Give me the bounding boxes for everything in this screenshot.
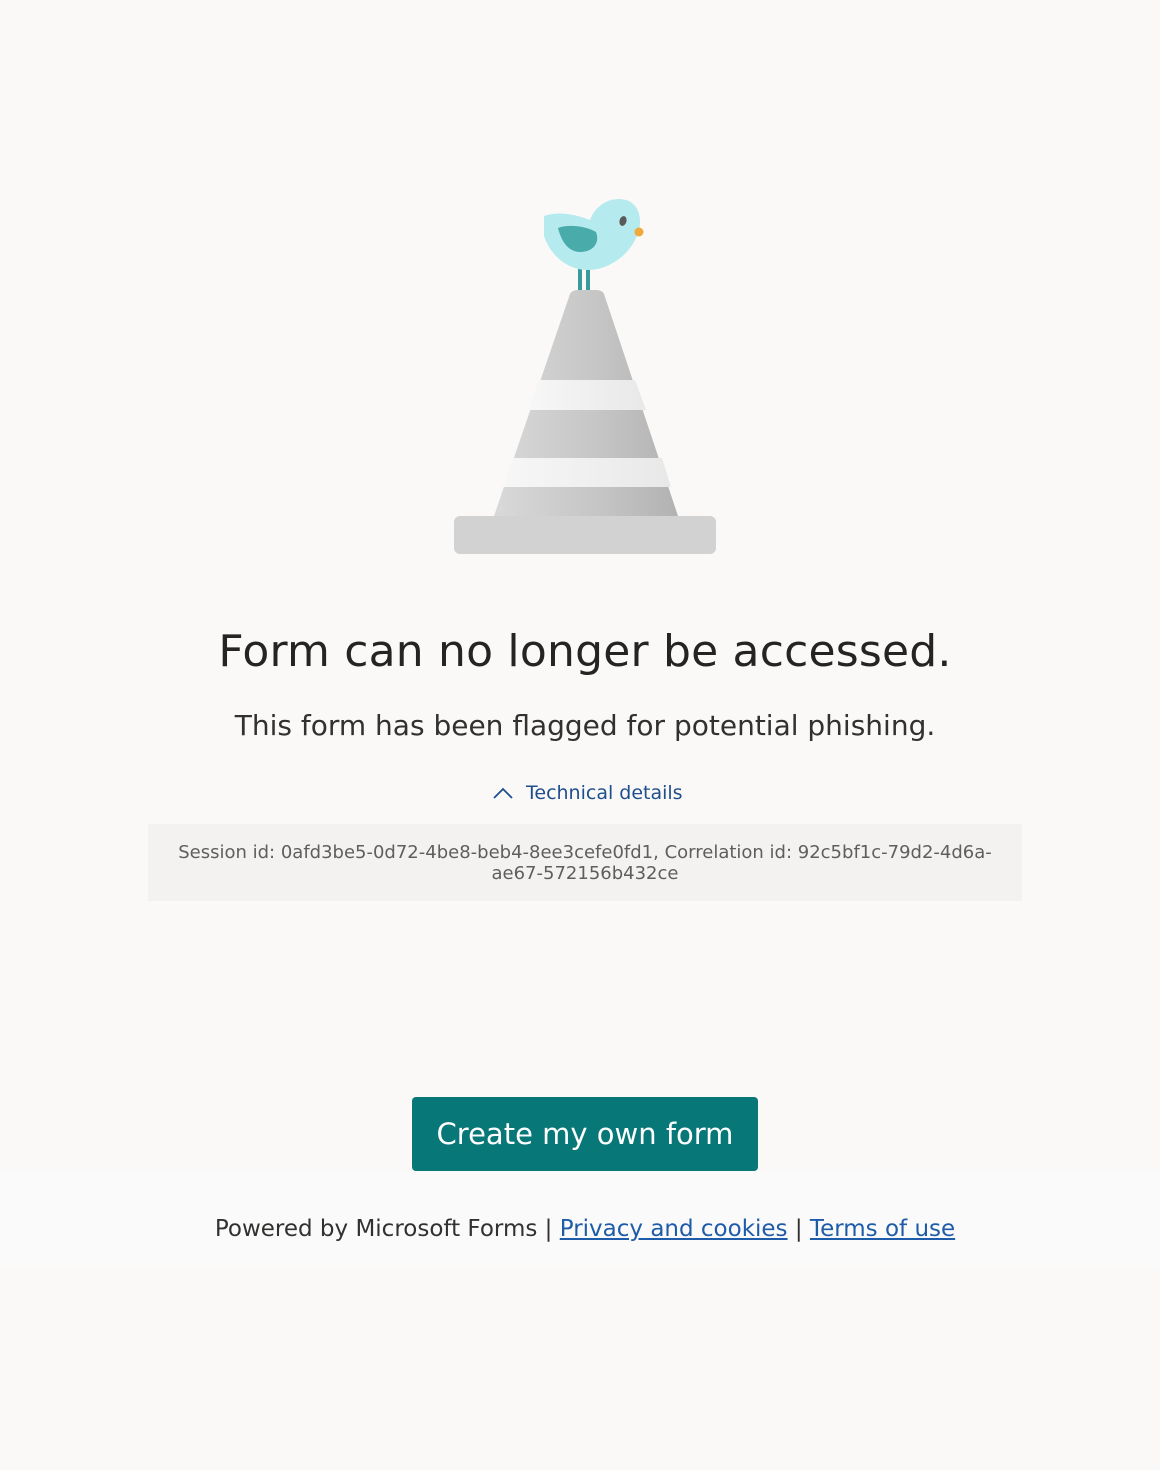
footer-links: Powered by Microsoft Forms | Privacy and… <box>0 1208 1160 1250</box>
privacy-and-cookies-link[interactable]: Privacy and cookies <box>560 1216 788 1242</box>
technical-details-panel: Session id: 0afd3be5-0d72-4be8-beb4-8ee3… <box>148 824 1022 901</box>
bird-on-traffic-cone-icon <box>450 190 720 560</box>
technical-details-label: Technical details <box>526 782 683 804</box>
terms-of-use-link[interactable]: Terms of use <box>810 1216 955 1242</box>
powered-by-text: Powered by Microsoft Forms <box>214 1216 538 1242</box>
create-my-own-form-button[interactable]: Create my own form <box>412 1097 758 1171</box>
chevron-up-icon <box>490 783 516 803</box>
footer-separator: | <box>794 1216 803 1242</box>
footer-separator: | <box>544 1216 553 1242</box>
session-correlation-ids: Session id: 0afd3be5-0d72-4be8-beb4-8ee3… <box>178 842 992 884</box>
error-message: This form has been flagged for potential… <box>234 709 936 742</box>
page-title: Form can no longer be accessed. <box>218 626 952 677</box>
technical-details-toggle[interactable]: Technical details <box>490 778 683 808</box>
create-button-label: Create my own form <box>436 1117 734 1151</box>
